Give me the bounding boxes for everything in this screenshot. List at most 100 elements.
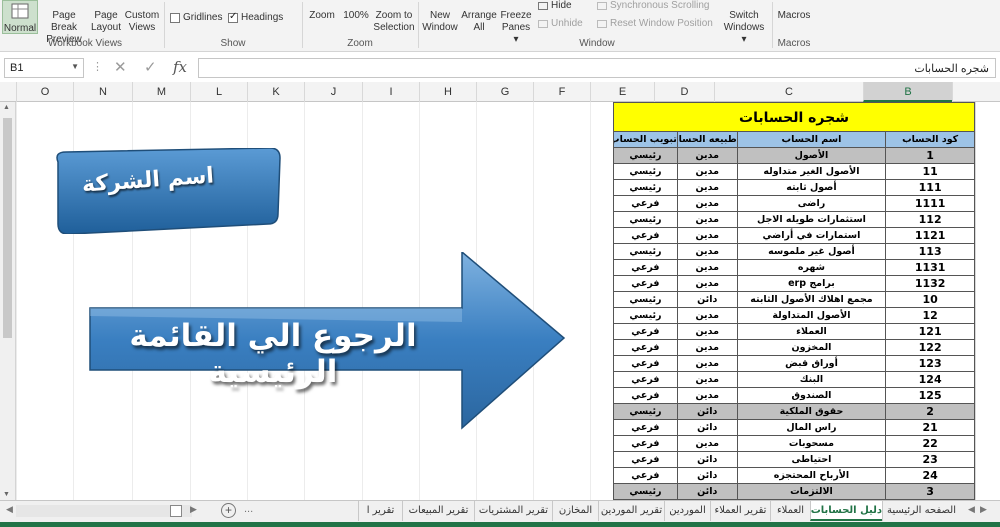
- account-nature-cell[interactable]: مدين: [678, 372, 738, 387]
- account-name-cell[interactable]: الالتزمات: [737, 484, 887, 499]
- account-nature-cell[interactable]: مدين: [678, 324, 738, 339]
- header-name[interactable]: اسم الحساب: [737, 132, 887, 147]
- header-code[interactable]: كود الحساب: [886, 132, 975, 147]
- column-header[interactable]: L: [190, 82, 247, 102]
- account-nature-cell[interactable]: مدين: [678, 164, 738, 179]
- gridlines-checkbox[interactable]: Gridlines: [170, 12, 222, 23]
- chevron-down-icon[interactable]: ▼: [71, 62, 79, 71]
- scroll-left-icon[interactable]: ◀: [6, 504, 13, 515]
- account-nature-cell[interactable]: مدين: [678, 228, 738, 243]
- account-code-cell[interactable]: 122: [886, 340, 975, 355]
- formula-input[interactable]: شجره الحسابات: [198, 58, 996, 78]
- sheet-tab[interactable]: تقرير العملاء: [710, 501, 770, 521]
- reset-window-position-button[interactable]: Reset Window Position: [597, 18, 713, 29]
- column-header[interactable]: E: [590, 82, 654, 102]
- account-code-cell[interactable]: 11: [886, 164, 975, 179]
- column-header[interactable]: F: [533, 82, 590, 102]
- horizontal-scrollbar-thumb[interactable]: [170, 505, 182, 517]
- account-nature-cell[interactable]: مدين: [678, 436, 738, 451]
- zoom-to-selection-button[interactable]: Zoom to Selection: [372, 0, 416, 34]
- account-classification-cell[interactable]: رئيسي: [614, 180, 678, 195]
- scroll-down-icon[interactable]: ▼: [3, 491, 10, 498]
- account-classification-cell[interactable]: فرعي: [614, 356, 678, 371]
- unhide-button[interactable]: Unhide: [538, 18, 583, 29]
- account-nature-cell[interactable]: مدين: [678, 244, 738, 259]
- column-header[interactable]: C: [714, 82, 863, 102]
- account-name-cell[interactable]: الأصول المتداولة: [738, 308, 887, 323]
- account-nature-cell[interactable]: دائن: [677, 484, 738, 499]
- account-name-cell[interactable]: راس المال: [738, 420, 887, 435]
- account-code-cell[interactable]: 1131: [886, 260, 975, 275]
- column-header-partial[interactable]: [952, 82, 1000, 102]
- account-code-cell[interactable]: 113: [886, 244, 975, 259]
- account-nature-cell[interactable]: مدين: [678, 276, 738, 291]
- account-name-cell[interactable]: العملاء: [738, 324, 887, 339]
- account-name-cell[interactable]: شهره: [738, 260, 887, 275]
- account-classification-cell[interactable]: رئيسي: [614, 404, 678, 419]
- account-classification-cell[interactable]: فرعي: [614, 388, 678, 403]
- account-nature-cell[interactable]: دائن: [677, 404, 738, 419]
- account-code-cell[interactable]: 123: [886, 356, 975, 371]
- account-code-cell[interactable]: 21: [886, 420, 975, 435]
- enter-icon[interactable]: ✓: [144, 58, 157, 76]
- account-code-cell[interactable]: 24: [886, 468, 975, 483]
- account-classification-cell[interactable]: رئيسي: [614, 148, 678, 163]
- account-name-cell[interactable]: راضى: [738, 196, 887, 211]
- account-classification-cell[interactable]: رئيسي: [614, 212, 678, 227]
- synchronous-scrolling-button[interactable]: Synchronous Scrolling: [597, 0, 710, 11]
- column-header[interactable]: H: [419, 82, 476, 102]
- new-window-button[interactable]: New Window: [420, 0, 460, 34]
- account-name-cell[interactable]: مجمع اهلاك الأصول الثابته: [738, 292, 887, 307]
- account-code-cell[interactable]: 125: [886, 388, 975, 403]
- scrollbar-thumb[interactable]: [3, 118, 12, 338]
- column-header[interactable]: M: [132, 82, 190, 102]
- account-code-cell[interactable]: 112: [886, 212, 975, 227]
- account-name-cell[interactable]: برامج erp: [738, 276, 887, 291]
- account-nature-cell[interactable]: دائن: [678, 292, 738, 307]
- account-classification-cell[interactable]: فرعي: [614, 324, 678, 339]
- account-classification-cell[interactable]: فرعي: [614, 372, 678, 387]
- account-classification-cell[interactable]: فرعي: [614, 260, 678, 275]
- account-nature-cell[interactable]: مدين: [677, 148, 738, 163]
- tab-scroll-right-icon[interactable]: ▶: [980, 504, 987, 515]
- account-nature-cell[interactable]: دائن: [678, 420, 738, 435]
- account-name-cell[interactable]: المخزون: [738, 340, 887, 355]
- column-header[interactable]: J: [304, 82, 362, 102]
- zoom-button[interactable]: Zoom: [306, 0, 338, 22]
- sheet-tab[interactable]: العملاء: [770, 501, 810, 521]
- account-name-cell[interactable]: استثمارات طويله الاجل: [738, 212, 887, 227]
- account-classification-cell[interactable]: فرعي: [614, 340, 678, 355]
- column-header[interactable]: N: [73, 82, 132, 102]
- account-classification-cell[interactable]: فرعي: [614, 452, 678, 467]
- account-code-cell[interactable]: 10: [886, 292, 975, 307]
- account-classification-cell[interactable]: فرعي: [614, 276, 678, 291]
- sheet-tab[interactable]: الصفحه الرئيسية: [882, 501, 960, 521]
- worksheet-grid[interactable]: ONMLKJIHGFEDCB ▲ ▼ اسم الشركة الرجوع الي…: [0, 82, 1000, 500]
- gridlines-checkbox-box[interactable]: [170, 12, 180, 23]
- sheet-tab[interactable]: دليل الحسابات: [810, 501, 882, 521]
- headings-checkbox-box[interactable]: [228, 11, 238, 23]
- column-header[interactable]: O: [16, 82, 73, 102]
- account-code-cell[interactable]: 2: [886, 404, 975, 419]
- vertical-scrollbar[interactable]: ▲ ▼: [0, 102, 16, 500]
- column-header[interactable]: B: [863, 82, 952, 102]
- account-name-cell[interactable]: استمارات في أراضي: [738, 228, 887, 243]
- account-nature-cell[interactable]: مدين: [678, 212, 738, 227]
- account-classification-cell[interactable]: رئيسي: [614, 308, 678, 323]
- account-code-cell[interactable]: 1132: [886, 276, 975, 291]
- sheet-tab[interactable]: الموردين: [664, 501, 710, 521]
- sheet-tab[interactable]: تقرير المشتريات: [474, 501, 552, 521]
- sheet-tab[interactable]: تقرير ا: [358, 501, 402, 521]
- column-header[interactable]: K: [247, 82, 304, 102]
- account-code-cell[interactable]: 1: [886, 148, 975, 163]
- account-classification-cell[interactable]: فرعي: [614, 196, 678, 211]
- account-nature-cell[interactable]: مدين: [678, 356, 738, 371]
- arrange-all-button[interactable]: Arrange All: [460, 0, 498, 34]
- back-to-main-label[interactable]: الرجوع الي القائمة الرئيسية: [98, 318, 448, 390]
- account-name-cell[interactable]: الأصول الغير متداوله: [738, 164, 887, 179]
- account-nature-cell[interactable]: دائن: [678, 468, 738, 483]
- custom-views-button[interactable]: Custom Views: [122, 0, 162, 34]
- account-classification-cell[interactable]: رئيسي: [614, 484, 678, 499]
- account-classification-cell[interactable]: فرعي: [614, 468, 678, 483]
- account-classification-cell[interactable]: فرعي: [614, 228, 678, 243]
